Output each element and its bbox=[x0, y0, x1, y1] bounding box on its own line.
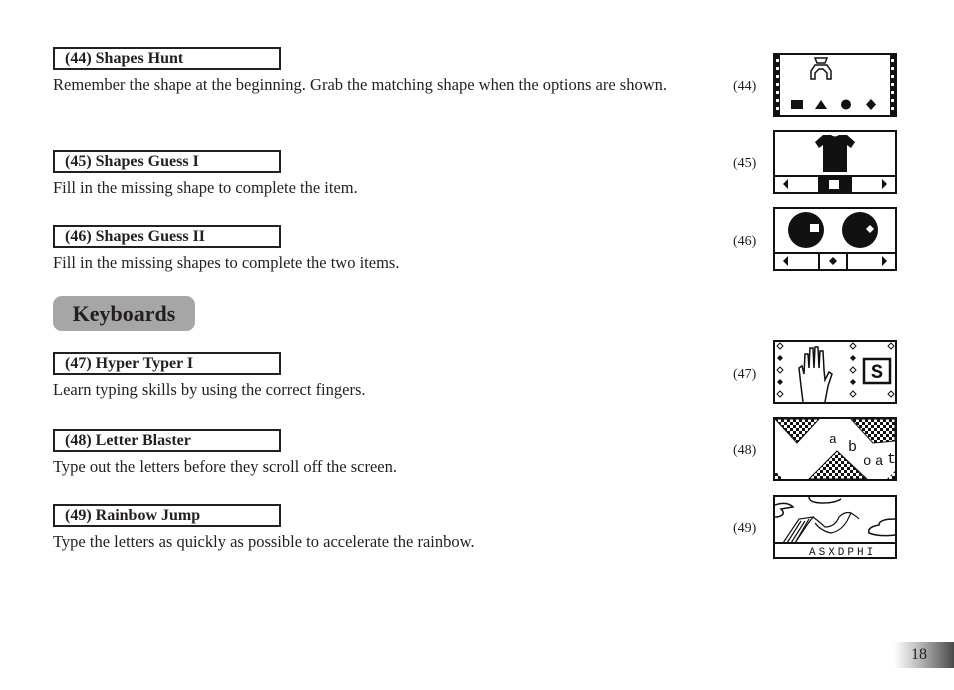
arrow-left-icon bbox=[783, 179, 788, 189]
screenshot-shapes-guess-2 bbox=[773, 207, 897, 271]
entry-description: Learn typing skills by using the correct… bbox=[53, 380, 366, 399]
rainbow-icon bbox=[782, 511, 860, 544]
film-strip-left-icon bbox=[775, 55, 780, 115]
page-number-text: 18 bbox=[911, 646, 927, 663]
entry-title: (45) Shapes Guess I bbox=[53, 150, 281, 173]
hand-icon bbox=[798, 346, 833, 402]
screen-label: (49) bbox=[733, 521, 757, 536]
entry-description: Fill in the missing shape to complete th… bbox=[53, 178, 358, 197]
arrow-left-icon bbox=[783, 256, 788, 266]
screenshot-letter-blaster: a b o a t bbox=[773, 417, 897, 481]
page-number: 18 bbox=[894, 642, 954, 668]
entry-description: Type the letters as quickly as possible … bbox=[53, 532, 475, 551]
square-shape-icon bbox=[829, 180, 839, 189]
claw-icon bbox=[810, 57, 832, 80]
falling-letter: a bbox=[829, 432, 837, 447]
checker-triangle-bottom bbox=[808, 450, 868, 479]
film-strip-right-icon bbox=[890, 55, 895, 115]
entry-title: (44) Shapes Hunt bbox=[53, 47, 281, 70]
heart-border-left-icon bbox=[776, 342, 784, 398]
falling-letter: o bbox=[863, 454, 871, 470]
screen-label: (48) bbox=[733, 443, 757, 458]
falling-letter: t bbox=[887, 451, 895, 468]
circle-shape-icon bbox=[841, 99, 851, 110]
entry-shapes-guess-1: (45) Shapes Guess I Fill in the missing … bbox=[53, 150, 693, 201]
entry-shapes-guess-2: (46) Shapes Guess II Fill in the missing… bbox=[53, 225, 693, 276]
screen-label: (47) bbox=[733, 367, 757, 382]
entry-letter-blaster: (48) Letter Blaster Type out the letters… bbox=[53, 429, 693, 480]
diamond-option-icon bbox=[829, 257, 837, 265]
target-letter: S bbox=[871, 362, 883, 385]
checker-triangle-top-left bbox=[775, 419, 820, 444]
letter-sequence: ASXDPHI bbox=[809, 547, 876, 557]
entry-title: (47) Hyper Typer I bbox=[53, 352, 281, 375]
tshirt-icon bbox=[815, 135, 855, 172]
diamond-shape-icon bbox=[866, 99, 876, 110]
checker-triangle-top-right bbox=[850, 419, 895, 444]
entry-description: Type out the letters before they scroll … bbox=[53, 457, 397, 476]
letter-bar-divider bbox=[775, 542, 895, 544]
bottom-bar bbox=[775, 175, 895, 177]
arrow-right-icon bbox=[882, 256, 887, 266]
screen-label: (44) bbox=[733, 79, 757, 94]
falling-letter: b bbox=[848, 439, 857, 456]
screen-label: (46) bbox=[733, 234, 757, 249]
entry-title: (46) Shapes Guess II bbox=[53, 225, 281, 248]
cloud-icon bbox=[775, 497, 895, 537]
entry-hyper-typer-1: (47) Hyper Typer I Learn typing skills b… bbox=[53, 352, 693, 403]
entry-rainbow-jump: (49) Rainbow Jump Type the letters as qu… bbox=[53, 504, 693, 555]
entry-description: Remember the shape at the beginning. Gra… bbox=[53, 75, 667, 94]
section-heading-keyboards: Keyboards bbox=[53, 296, 195, 331]
bottom-bar bbox=[775, 252, 895, 254]
screen-label: (45) bbox=[733, 156, 757, 171]
triangle-shape-icon bbox=[815, 100, 827, 109]
arrow-right-icon bbox=[882, 179, 887, 189]
falling-letter: a bbox=[875, 454, 883, 470]
heart-border-middle-icon bbox=[849, 342, 857, 398]
square-shape-icon bbox=[791, 100, 803, 109]
entry-title: (49) Rainbow Jump bbox=[53, 504, 281, 527]
entry-title: (48) Letter Blaster bbox=[53, 429, 281, 452]
screenshot-hyper-typer-1: S bbox=[773, 340, 897, 404]
square-hole-icon bbox=[810, 224, 819, 232]
screenshot-shapes-guess-1 bbox=[773, 130, 897, 194]
screenshot-rainbow-jump: ASXDPHI bbox=[773, 495, 897, 559]
entry-description: Fill in the missing shapes to complete t… bbox=[53, 253, 400, 272]
entry-shapes-hunt: (44) Shapes Hunt Remember the shape at t… bbox=[53, 47, 693, 98]
screenshot-shapes-hunt bbox=[773, 53, 897, 117]
